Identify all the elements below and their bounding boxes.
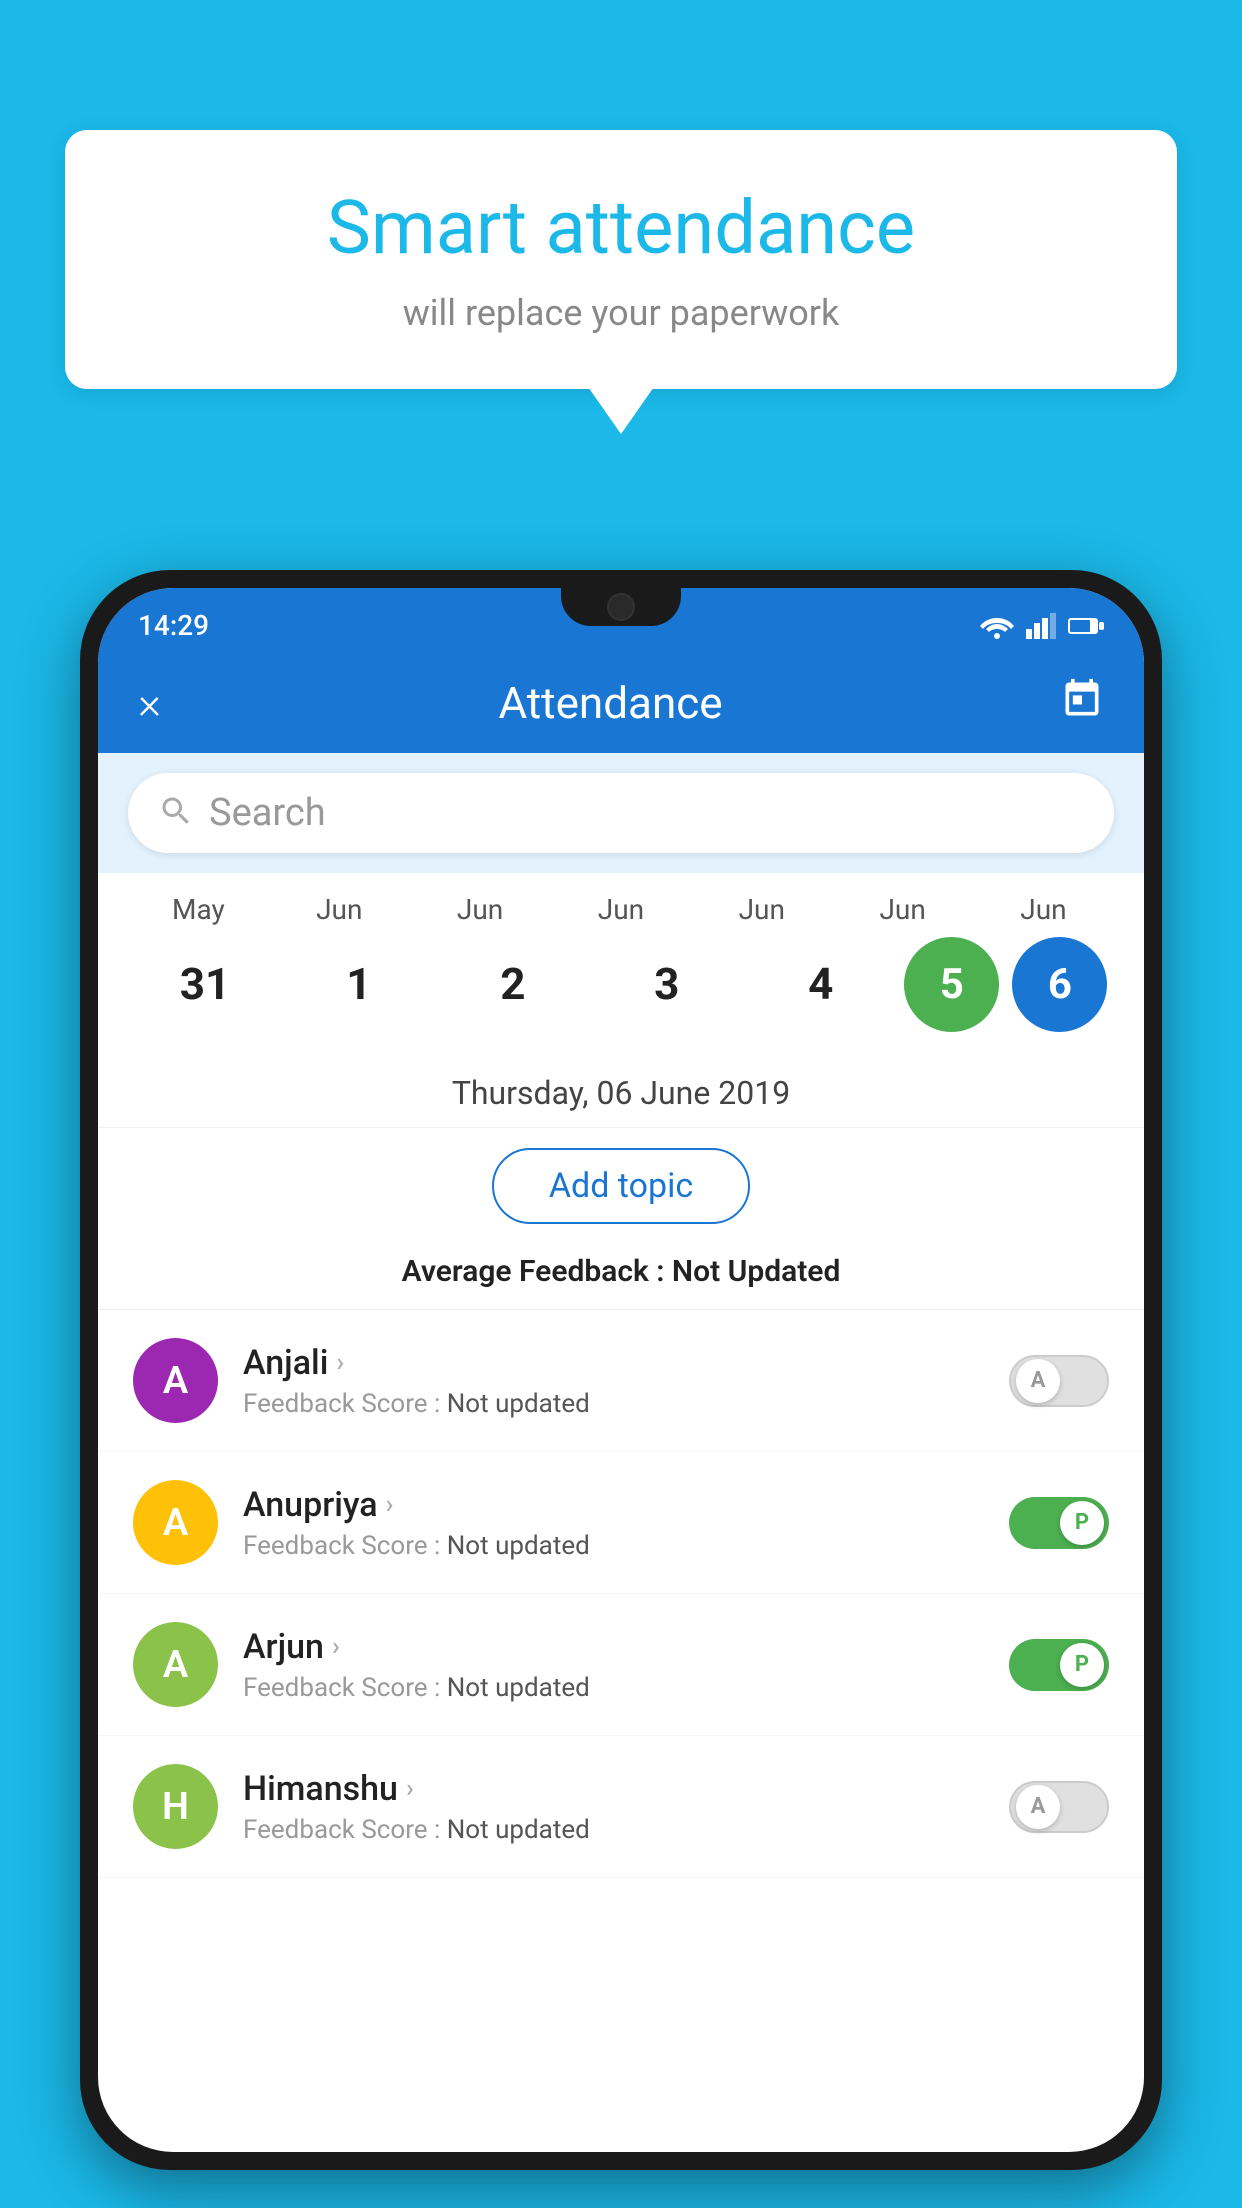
toggle-knob: P	[1060, 1501, 1104, 1545]
calendar-days-row: 31 1 2 3 4 5 6	[128, 934, 1114, 1034]
attendance-toggle[interactable]: A	[1009, 1355, 1109, 1407]
chevron-right-icon: ›	[336, 1348, 344, 1378]
student-name: Arjun ›	[243, 1627, 984, 1667]
cal-month-2: Jun	[410, 893, 551, 926]
student-info: Arjun › Feedback Score : Not updated	[243, 1627, 984, 1703]
avg-feedback-value: Not Updated	[672, 1254, 840, 1289]
wifi-icon	[980, 613, 1014, 639]
cal-month-0: May	[128, 893, 269, 926]
toggle-knob: A	[1016, 1359, 1060, 1403]
phone-frame: 14:29	[80, 570, 1162, 2208]
student-avatar: A	[133, 1338, 218, 1423]
student-info: Anupriya › Feedback Score : Not updated	[243, 1485, 984, 1561]
cal-month-1: Jun	[269, 893, 410, 926]
status-icons	[980, 613, 1104, 639]
search-icon	[158, 793, 194, 833]
app-header: × Attendance	[98, 653, 1144, 753]
attendance-toggle[interactable]: P	[1009, 1639, 1109, 1691]
student-item[interactable]: H Himanshu › Feedback Score : Not update…	[98, 1736, 1144, 1878]
chevron-right-icon: ›	[386, 1490, 394, 1520]
attendance-toggle[interactable]: P	[1009, 1497, 1109, 1549]
calendar-strip: May Jun Jun Jun Jun Jun Jun 31 1 2 3 4 5…	[98, 873, 1144, 1054]
student-feedback: Feedback Score : Not updated	[243, 1815, 984, 1845]
calendar-icon[interactable]	[1060, 677, 1104, 730]
student-item[interactable]: A Arjun › Feedback Score : Not updated P	[98, 1594, 1144, 1736]
cal-day-3[interactable]: 3	[596, 934, 737, 1034]
signal-icon	[1026, 613, 1056, 639]
cal-day-31[interactable]: 31	[135, 934, 276, 1034]
speech-bubble-container: Smart attendance will replace your paper…	[65, 130, 1177, 389]
cal-day-5-active[interactable]: 5	[904, 937, 999, 1032]
toggle-knob: A	[1016, 1785, 1060, 1829]
status-time: 14:29	[138, 609, 209, 642]
cal-day-1[interactable]: 1	[289, 934, 430, 1034]
search-input-label: Search	[209, 791, 326, 835]
student-item[interactable]: A Anupriya › Feedback Score : Not update…	[98, 1452, 1144, 1594]
student-avatar: H	[133, 1764, 218, 1849]
student-avatar: A	[133, 1622, 218, 1707]
chevron-right-icon: ›	[332, 1632, 340, 1662]
student-name: Anupriya ›	[243, 1485, 984, 1525]
cal-month-3: Jun	[551, 893, 692, 926]
search-container: Search	[98, 753, 1144, 873]
student-name: Anjali ›	[243, 1343, 984, 1383]
toggle-knob: P	[1060, 1643, 1104, 1687]
phone-screen: 14:29	[98, 588, 1144, 2152]
avg-feedback-label: Average Feedback :	[402, 1254, 665, 1289]
phone-notch	[561, 588, 681, 626]
student-name: Himanshu ›	[243, 1769, 984, 1809]
phone-outer: 14:29	[80, 570, 1162, 2170]
speech-bubble: Smart attendance will replace your paper…	[65, 130, 1177, 389]
add-topic-container: Add topic	[98, 1128, 1144, 1244]
cal-day-4[interactable]: 4	[750, 934, 891, 1034]
student-list: A Anjali › Feedback Score : Not updated …	[98, 1310, 1144, 1878]
attendance-toggle[interactable]: A	[1009, 1781, 1109, 1833]
date-display: Thursday, 06 June 2019	[98, 1054, 1144, 1128]
cal-month-4: Jun	[691, 893, 832, 926]
bubble-subtitle: will replace your paperwork	[125, 292, 1117, 334]
student-avatar: A	[133, 1480, 218, 1565]
chevron-right-icon: ›	[406, 1774, 414, 1804]
student-info: Himanshu › Feedback Score : Not updated	[243, 1769, 984, 1845]
student-feedback: Feedback Score : Not updated	[243, 1531, 984, 1561]
calendar-months-row: May Jun Jun Jun Jun Jun Jun	[128, 893, 1114, 926]
student-item[interactable]: A Anjali › Feedback Score : Not updated …	[98, 1310, 1144, 1452]
cal-day-2[interactable]: 2	[442, 934, 583, 1034]
add-topic-button[interactable]: Add topic	[492, 1148, 750, 1224]
header-title: Attendance	[498, 677, 722, 729]
cal-month-5: Jun	[832, 893, 973, 926]
battery-icon	[1068, 616, 1104, 636]
phone-camera	[607, 593, 635, 621]
student-info: Anjali › Feedback Score : Not updated	[243, 1343, 984, 1419]
cal-month-6: Jun	[973, 893, 1114, 926]
bubble-title: Smart attendance	[125, 185, 1117, 272]
search-bar[interactable]: Search	[128, 773, 1114, 853]
close-button[interactable]: ×	[138, 677, 161, 729]
avg-feedback: Average Feedback : Not Updated	[98, 1244, 1144, 1310]
student-feedback: Feedback Score : Not updated	[243, 1673, 984, 1703]
cal-day-6-selected[interactable]: 6	[1012, 937, 1107, 1032]
student-feedback: Feedback Score : Not updated	[243, 1389, 984, 1419]
